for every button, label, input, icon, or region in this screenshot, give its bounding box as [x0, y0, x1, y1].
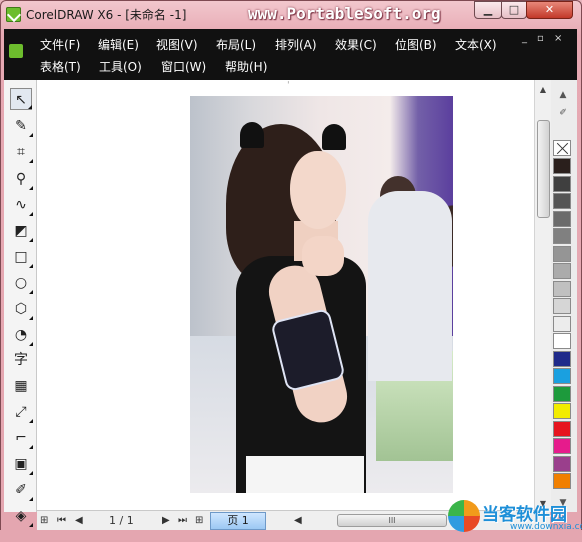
dimension-tool-icon[interactable]: ⤢ — [10, 401, 33, 423]
scroll-left-arrow-icon[interactable]: ◀ — [294, 514, 302, 528]
color-swatch[interactable] — [553, 455, 571, 472]
window-title: CorelDRAW X6 - [未命名 -1] — [26, 8, 187, 22]
doc-close-button[interactable]: × — [554, 33, 562, 44]
color-swatch[interactable] — [553, 158, 571, 174]
polygon-tool-icon[interactable]: ⬡ — [10, 298, 33, 320]
coreldraw-app-icon[interactable] — [6, 7, 21, 22]
last-page-icon[interactable]: ⏭ — [178, 514, 187, 528]
logo-circle-icon — [448, 500, 480, 532]
next-page-icon[interactable]: ▶ — [162, 514, 170, 528]
color-swatch[interactable] — [553, 385, 571, 402]
maximize-button[interactable]: □ — [501, 1, 527, 19]
freehand-tool-icon[interactable]: ∿ — [10, 194, 33, 216]
doc-restore-button[interactable]: ▫ — [537, 33, 544, 44]
menu-view[interactable]: 视图(V) — [156, 36, 198, 53]
smart-fill-tool-icon[interactable]: ◩ — [10, 220, 33, 242]
menu-text[interactable]: 文本(X) — [455, 36, 497, 53]
zoom-tool-icon[interactable]: ⚲ — [10, 168, 33, 190]
outline-tool-icon[interactable]: ◈ — [10, 505, 33, 527]
menu-effects[interactable]: 效果(C) — [335, 36, 377, 53]
vertical-scrollbar[interactable]: ▲ ▼ — [534, 80, 551, 512]
first-page-icon[interactable]: ⏮ — [57, 514, 66, 528]
shape-tool-icon[interactable]: ✎ — [10, 115, 33, 137]
menu-bitmaps[interactable]: 位图(B) — [395, 36, 437, 53]
table-tool-icon[interactable]: ▦ — [10, 375, 32, 397]
page-border-mark: ˈ — [287, 81, 290, 91]
title-bar: CorelDRAW X6 - [未命名 -1] www.PortableSoft… — [0, 0, 582, 28]
page-tab[interactable]: 页 1 — [210, 512, 266, 530]
color-swatch[interactable] — [553, 473, 571, 489]
palette-eyedropper-icon[interactable]: ✐ — [555, 106, 571, 120]
color-palette: ▲ ✐ ▼ — [551, 80, 577, 512]
close-button[interactable]: ✕ — [526, 1, 573, 19]
menu-edit[interactable]: 编辑(E) — [98, 36, 139, 53]
color-swatch[interactable] — [553, 438, 571, 454]
pick-tool-icon[interactable]: ↖ — [10, 88, 32, 110]
color-swatch[interactable] — [553, 403, 571, 419]
no-fill-swatch[interactable] — [553, 140, 571, 156]
color-swatch[interactable] — [553, 193, 571, 209]
menu-file[interactable]: 文件(F) — [40, 36, 80, 53]
bitmap-photo[interactable] — [190, 96, 453, 493]
menu-help[interactable]: 帮助(H) — [225, 58, 267, 75]
menu-tools[interactable]: 工具(O) — [99, 58, 142, 75]
site-logo: 当客软件园 www.downxia.com — [448, 498, 582, 538]
menu-arrange[interactable]: 排列(A) — [275, 36, 317, 53]
rectangle-tool-icon[interactable]: □ — [10, 246, 33, 268]
color-swatch[interactable] — [553, 210, 571, 227]
menu-bar: 文件(F) 编辑(E) 视图(V) 布局(L) 排列(A) 效果(C) 位图(B… — [4, 29, 577, 80]
color-swatch[interactable] — [553, 350, 571, 367]
color-swatch[interactable] — [553, 298, 571, 314]
doc-minimize-button[interactable]: _ — [522, 33, 527, 44]
horizontal-scroll-thumb[interactable]: III — [337, 514, 447, 527]
eyedropper-tool-icon[interactable]: ✐ — [10, 479, 33, 501]
vertical-scroll-thumb[interactable] — [537, 120, 550, 218]
logo-subtext: www.downxia.com — [510, 522, 582, 532]
connector-tool-icon[interactable]: ⌐ — [10, 427, 33, 449]
color-swatch[interactable] — [553, 228, 571, 244]
ellipse-tool-icon[interactable]: ○ — [10, 272, 33, 294]
scroll-up-arrow-icon[interactable]: ▲ — [535, 82, 551, 97]
color-swatch[interactable] — [553, 263, 571, 279]
color-swatch[interactable] — [553, 315, 571, 332]
add-page-before-icon[interactable]: ⊞ — [40, 514, 48, 528]
site-watermark: www.PortableSoft.org — [248, 4, 441, 23]
page-counter: 1 / 1 — [109, 514, 134, 527]
color-swatch[interactable] — [553, 420, 571, 437]
menu-layout[interactable]: 布局(L) — [216, 36, 256, 53]
crop-tool-icon[interactable]: ⌗ — [10, 141, 33, 163]
interactive-effects-tool-icon[interactable]: ▣ — [10, 453, 33, 475]
basic-shapes-tool-icon[interactable]: ◔ — [10, 324, 33, 346]
add-page-after-icon[interactable]: ⊞ — [195, 514, 203, 528]
text-tool-icon[interactable]: 字 — [10, 349, 32, 371]
menu-window[interactable]: 窗口(W) — [161, 58, 206, 75]
color-swatch[interactable] — [553, 368, 571, 384]
color-swatch[interactable] — [553, 175, 571, 192]
palette-scroll-up-icon[interactable]: ▲ — [555, 88, 571, 102]
color-swatch[interactable] — [553, 245, 571, 262]
minimize-button[interactable]: ▁ — [474, 1, 502, 19]
menu-table[interactable]: 表格(T) — [40, 58, 81, 75]
toolbox: ↖ ✎ ⌗ ⚲ ∿ ◩ □ ○ ⬡ ◔ 字 ▦ ⤢ ⌐ ▣ ✐ ◈ — [4, 80, 37, 527]
document-icon[interactable] — [9, 44, 23, 58]
color-swatch[interactable] — [553, 333, 571, 349]
previous-page-icon[interactable]: ◀ — [75, 514, 83, 528]
color-swatch[interactable] — [553, 280, 571, 297]
